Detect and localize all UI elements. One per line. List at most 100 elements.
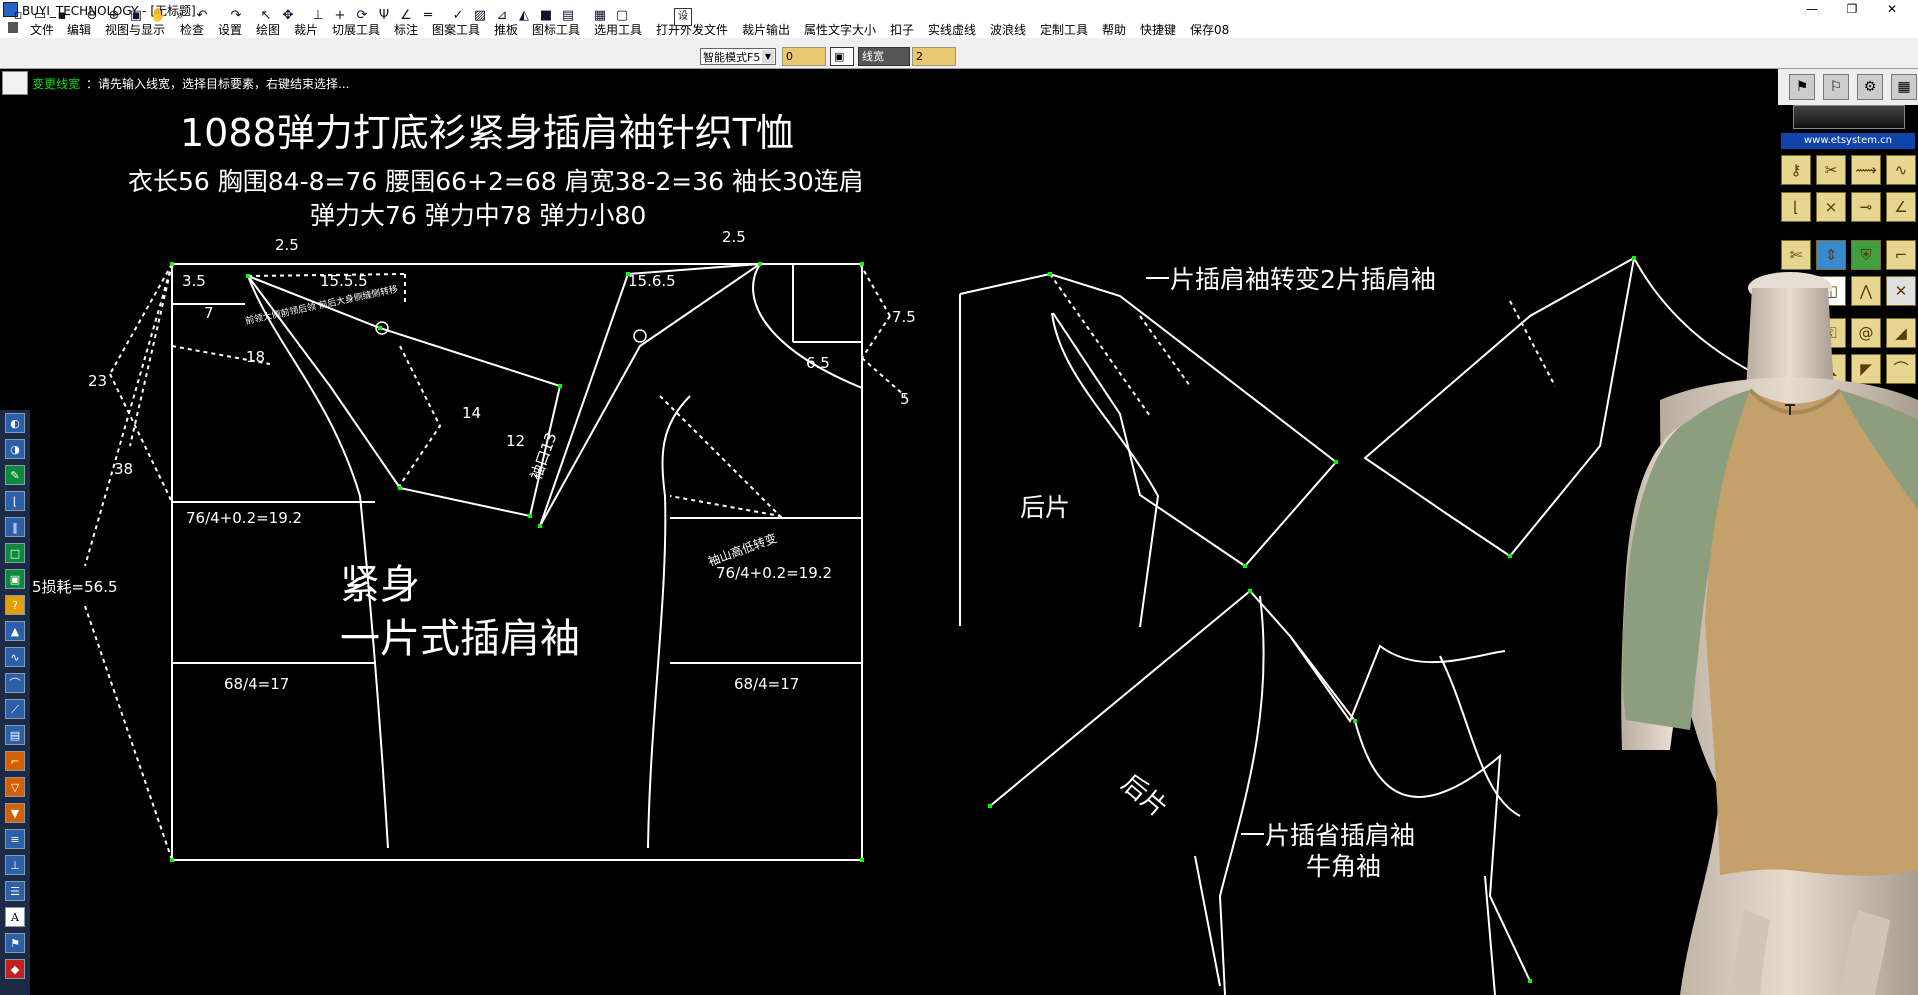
- tool-level-icon[interactable]: ⊥: [5, 855, 25, 875]
- tool-triangle-icon[interactable]: ▼: [5, 803, 25, 823]
- move-icon[interactable]: ✥: [280, 8, 296, 24]
- drawing-canvas[interactable]: 1088弹力打底衫紧身插肩袖针织T恤 衣长56 胸围84-8=76 腰围66+2…: [0, 96, 1778, 995]
- menu-buttons[interactable]: 扣子: [890, 21, 914, 38]
- dash-diag-1: [85, 264, 172, 566]
- zoom-out-icon[interactable]: ⊖: [84, 8, 100, 24]
- tool-angle-icon[interactable]: ∠: [1886, 192, 1916, 222]
- tool-pen-icon[interactable]: ✎: [5, 465, 25, 485]
- maximize-button[interactable]: ❐: [1834, 0, 1870, 18]
- zoom-in-icon[interactable]: ⊕: [106, 8, 122, 24]
- flag-blue-icon[interactable]: ⚐: [1823, 74, 1849, 100]
- cross-icon[interactable]: +: [332, 8, 348, 24]
- menu-custom-tools[interactable]: 定制工具: [1040, 21, 1088, 38]
- settings-icon[interactable]: ⚙: [1857, 74, 1883, 100]
- menu-piece-output[interactable]: 裁片输出: [742, 21, 790, 38]
- tool-edge-icon[interactable]: ⌐: [1886, 240, 1916, 270]
- pattern-icon[interactable]: ▤: [560, 8, 576, 24]
- mode-select[interactable]: 智能模式F5 ▼: [700, 48, 776, 65]
- tool-square2-icon[interactable]: ▣: [5, 569, 25, 589]
- tool-a-icon[interactable]: ◐: [5, 413, 25, 433]
- vertex: [1248, 589, 1252, 593]
- vertex: [1508, 554, 1512, 558]
- close-button[interactable]: ✕: [1874, 0, 1910, 18]
- menu-text-size[interactable]: 属性文字大小: [804, 21, 876, 38]
- box-icon[interactable]: ▢: [614, 8, 630, 24]
- redo-icon[interactable]: ↷: [228, 8, 244, 24]
- tool-wave-icon[interactable]: ∿: [1886, 155, 1916, 185]
- tool-bracket-icon[interactable]: ⌊: [5, 491, 25, 511]
- menu-save08[interactable]: 保存08: [1190, 21, 1229, 38]
- parallel-icon[interactable]: ═: [420, 8, 436, 24]
- vertex: [1048, 272, 1052, 276]
- tool-curve-icon[interactable]: ∿: [5, 647, 25, 667]
- dim-label: 7.5: [892, 308, 916, 326]
- tool-shape-icon[interactable]: ▲: [5, 621, 25, 641]
- dim-label: 68/4=17: [734, 675, 799, 693]
- prompt-message: ：请先输入线宽，选择目标要素，右键结束选择...: [86, 77, 349, 91]
- tool-question-icon[interactable]: ?: [5, 595, 25, 615]
- dash-right-2: [862, 316, 890, 358]
- open-folder-icon[interactable]: ▭: [32, 8, 48, 24]
- tool-corner-curve-icon[interactable]: ⌊: [1781, 192, 1811, 222]
- save-icon[interactable]: ▪: [54, 8, 70, 24]
- tool-cross-icon[interactable]: ⨯: [1816, 192, 1846, 222]
- measure-icon[interactable]: ⊿: [494, 8, 510, 24]
- tool-cut-icon[interactable]: ✄: [1781, 240, 1811, 270]
- pan-hand-icon[interactable]: ✋: [150, 8, 166, 24]
- select-arrow-icon[interactable]: ↖: [258, 8, 274, 24]
- calculator-icon[interactable]: ▦: [1891, 74, 1917, 100]
- flag-red-icon[interactable]: ⚑: [1789, 74, 1815, 100]
- dash-diag-4: [85, 606, 172, 860]
- tool-b-icon[interactable]: ◑: [5, 439, 25, 459]
- line-icon[interactable]: ⊥: [310, 8, 326, 24]
- vertex: [758, 262, 762, 266]
- tool-pin-icon[interactable]: ⊸: [1851, 192, 1881, 222]
- tool-ruler-icon[interactable]: ≡: [5, 829, 25, 849]
- tool-arc-icon[interactable]: ⌒: [5, 673, 25, 693]
- vertex: [1353, 719, 1357, 723]
- field-lock-icon[interactable]: ▣: [830, 47, 854, 66]
- grid-icon[interactable]: ▦: [592, 8, 608, 24]
- undo-icon[interactable]: ↶: [194, 8, 210, 24]
- menu-solid-dashed[interactable]: 实线虚线: [928, 21, 976, 38]
- tool-red-icon[interactable]: ◆: [5, 959, 25, 979]
- menu-wave-line[interactable]: 波浪线: [990, 21, 1026, 38]
- chevron-down-icon[interactable]: ▼: [762, 50, 774, 63]
- tool-funnel-icon[interactable]: ▽: [5, 777, 25, 797]
- tool-key-icon[interactable]: ⚷: [1781, 155, 1811, 185]
- menu-shortcuts[interactable]: 快捷键: [1140, 21, 1176, 38]
- dart-sleeve-outline: [990, 591, 1530, 981]
- tool-flag-icon[interactable]: ⚑: [5, 933, 25, 953]
- raglan-back-piece: [540, 264, 760, 526]
- tool-disk-icon[interactable]: ▤: [5, 725, 25, 745]
- dart-sleeve-label: 一片插省插肩袖: [1240, 821, 1415, 850]
- tool-square-icon[interactable]: □: [5, 543, 25, 563]
- fit-window-icon[interactable]: ▣: [128, 8, 144, 24]
- line-width-input[interactable]: 2: [912, 47, 956, 66]
- color-fill-icon[interactable]: ■: [538, 8, 554, 24]
- set-button[interactable]: 设: [674, 8, 692, 26]
- new-file-icon[interactable]: ▫: [10, 8, 26, 24]
- check-icon[interactable]: ✓: [450, 8, 466, 24]
- tool-scissor-icon[interactable]: ✂: [1816, 155, 1846, 185]
- value-field[interactable]: 0: [782, 47, 826, 66]
- mirror-icon[interactable]: ◭: [516, 8, 532, 24]
- tool-shirt-icon[interactable]: ⛨: [1851, 240, 1881, 270]
- tool-corner-icon[interactable]: ⌐: [5, 751, 25, 771]
- fork-icon[interactable]: Ψ: [376, 8, 392, 24]
- dart-sleeve-cuff-left: [1195, 856, 1220, 986]
- tool-lines-icon[interactable]: ☰: [5, 881, 25, 901]
- tool-needle-icon[interactable]: ⟿: [1851, 155, 1881, 185]
- rotate-icon[interactable]: ⟳: [354, 8, 370, 24]
- zoom-region-icon[interactable]: ⌕: [172, 8, 188, 24]
- hatch-icon[interactable]: ▨: [472, 8, 488, 24]
- menu-open-external[interactable]: 打开外发文件: [656, 21, 728, 38]
- tool-split-icon[interactable]: ‖: [5, 517, 25, 537]
- conv-sleeve-left: [960, 274, 1336, 566]
- tool-text-icon[interactable]: A: [5, 907, 25, 927]
- minimize-button[interactable]: —: [1794, 0, 1830, 18]
- tool-slope-icon[interactable]: ⟋: [5, 699, 25, 719]
- menu-help[interactable]: 帮助: [1102, 21, 1126, 38]
- angle-icon[interactable]: ∠: [398, 8, 414, 24]
- tool-updown-icon[interactable]: ⇕: [1816, 240, 1846, 270]
